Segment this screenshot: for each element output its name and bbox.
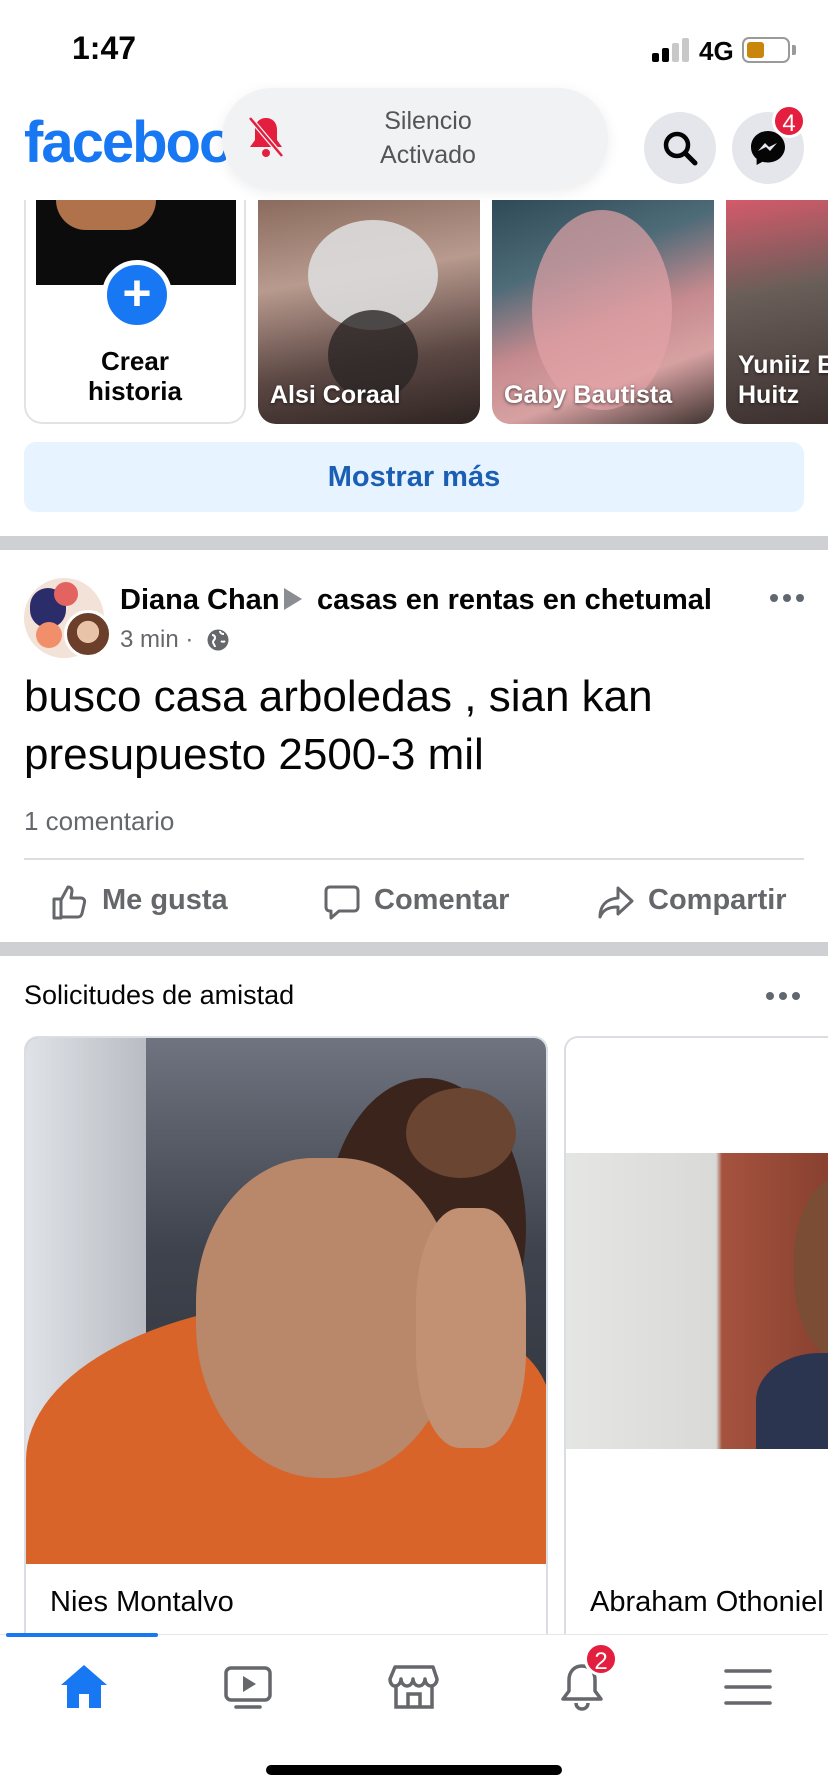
post-author[interactable]: Diana Chan [120, 584, 280, 617]
friend-requests-options-icon[interactable] [766, 992, 802, 1002]
stories-tray: + Crear historia Alsi Coraal Gaby Bautis… [0, 200, 828, 426]
facebook-logo[interactable]: facebook [24, 108, 226, 178]
bell-muted-icon [248, 116, 284, 158]
silence-line-1: Silencio [384, 107, 472, 135]
silence-banner: Silencio Activado [222, 88, 608, 188]
marketplace-tab[interactable] [382, 1657, 446, 1717]
search-button[interactable] [644, 112, 716, 184]
create-story-card[interactable]: + Crear historia [24, 200, 246, 424]
friend-request-card[interactable]: Abraham Othoniel [564, 1036, 828, 1636]
post-text: busco casa arboledas , sian kan presupue… [24, 672, 653, 779]
plus-icon: + [102, 260, 172, 330]
video-tab[interactable] [216, 1657, 280, 1717]
home-indicator [266, 1765, 562, 1775]
section-divider [0, 942, 828, 956]
post-group[interactable]: casas en rentas en chetumal [317, 584, 712, 617]
active-tab-indicator [6, 1633, 158, 1637]
video-icon [224, 1666, 272, 1709]
thumbs-up-icon [52, 885, 87, 920]
story-card[interactable]: Gaby Bautista [492, 200, 714, 424]
story-author: Yuniiz E Huitz [738, 350, 828, 410]
marketplace-icon [388, 1665, 439, 1709]
menu-icon [724, 1669, 772, 1705]
app-header: facebook Silencio Activado [0, 88, 828, 200]
create-story-line-2: historia [88, 376, 182, 406]
share-icon [598, 886, 634, 919]
notifications-badge: 2 [584, 1642, 618, 1676]
friend-photo [26, 1038, 546, 1564]
bottom-nav [0, 1633, 828, 1792]
story-author: Gaby Bautista [504, 381, 673, 409]
story-card[interactable]: Alsi Coraal [258, 200, 480, 424]
like-label: Me gusta [102, 884, 228, 916]
comment-label: Comentar [374, 884, 510, 916]
comment-count[interactable]: 1 comentario [24, 806, 174, 837]
friend-request-card[interactable]: Nies Montalvo [24, 1036, 548, 1636]
friend-name[interactable]: Abraham Othoniel [590, 1586, 824, 1619]
home-icon [61, 1665, 107, 1708]
friend-name[interactable]: Nies Montalvo [50, 1586, 234, 1619]
story-author-line-2: Huitz [738, 381, 800, 409]
story-author: Alsi Coraal [270, 381, 401, 409]
author-avatar[interactable] [64, 610, 112, 658]
battery-icon [742, 37, 790, 63]
network-type: 4G [699, 36, 734, 66]
create-story-label: Crear historia [26, 346, 244, 406]
section-divider [0, 536, 828, 550]
signal-icon [652, 36, 692, 62]
arrow-right-icon [284, 588, 302, 610]
story-card[interactable]: Yuniiz E Huitz [726, 200, 828, 424]
show-more-button[interactable]: Mostrar más [24, 442, 804, 512]
menu-tab[interactable] [716, 1657, 780, 1717]
status-bar: 1:47 4G [0, 0, 828, 100]
silence-text: Silencio Activado [318, 104, 538, 172]
friend-requests-title: Solicitudes de amistad [24, 980, 295, 1010]
friend-photo [566, 1153, 828, 1449]
post-time[interactable]: 3 min · [120, 626, 193, 654]
create-story-line-1: Crear [101, 346, 169, 376]
post-options-icon[interactable] [770, 594, 806, 604]
divider [24, 858, 804, 860]
globe-icon [207, 629, 229, 651]
battery-tip [792, 45, 796, 55]
search-icon [663, 131, 698, 166]
home-tab[interactable] [52, 1657, 116, 1717]
messenger-badge: 4 [772, 104, 806, 138]
silence-line-2: Activado [380, 141, 476, 169]
comment-icon [324, 885, 360, 920]
story-author-line-1: Yuniiz E [738, 351, 828, 379]
share-label: Compartir [648, 884, 787, 916]
status-time: 1:47 [72, 30, 137, 66]
